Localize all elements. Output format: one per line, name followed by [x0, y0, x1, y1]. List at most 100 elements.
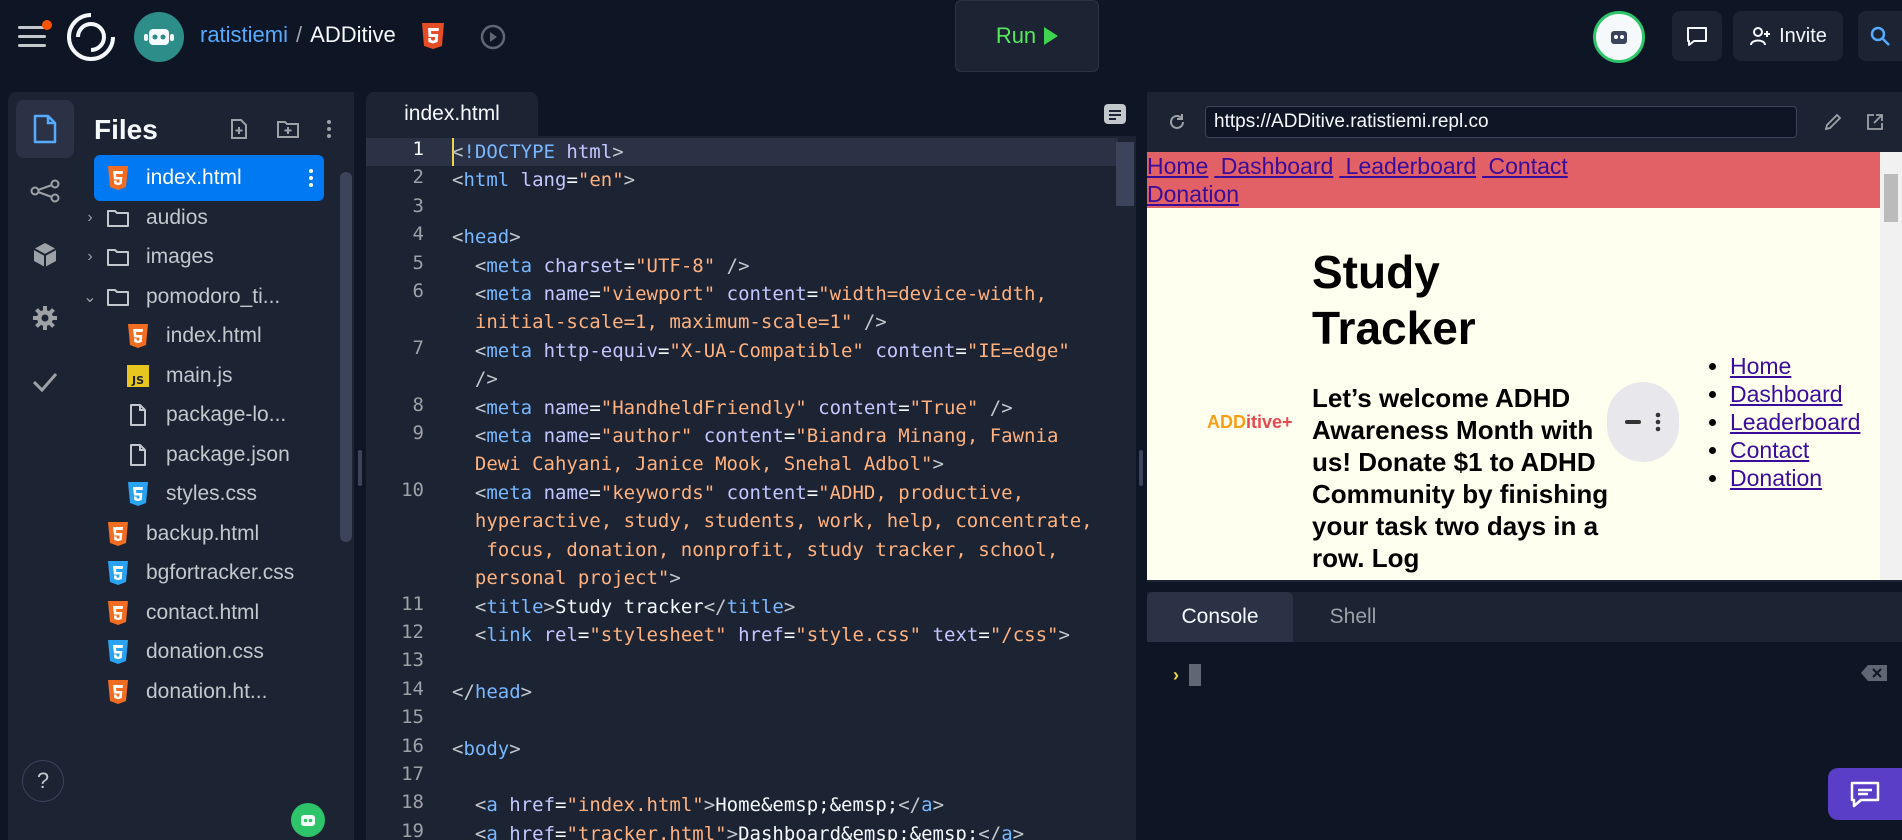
replit-logo-icon[interactable]	[66, 12, 116, 62]
clear-console-icon[interactable]	[1860, 664, 1888, 682]
html-file-icon	[106, 679, 130, 705]
help-button[interactable]: ?	[22, 760, 64, 802]
code-line: 9 <meta name="author" content="Biandra M…	[366, 422, 1118, 479]
code-line: 13	[366, 649, 1118, 677]
file-name: backup.html	[146, 521, 260, 545]
nav-home-link[interactable]: Home	[1147, 153, 1208, 179]
tab-console[interactable]: Console	[1147, 592, 1293, 642]
side-leaderboard-link[interactable]: Leaderboard	[1730, 409, 1860, 435]
menu-icon[interactable]	[18, 20, 52, 48]
invite-button[interactable]: Invite	[1733, 11, 1843, 61]
line-source: <meta http-equiv="X-UA-Compatible" conte…	[474, 339, 1070, 391]
side-dashboard-link[interactable]: Dashboard	[1730, 381, 1843, 407]
code-editor: index.html 1 <!DOCTYPE html> 2 <html lang="…	[366, 92, 1136, 840]
tab-label: index.html	[404, 102, 500, 125]
code-line: 15	[366, 706, 1118, 734]
file-name: images	[146, 245, 214, 268]
packages-tool[interactable]	[16, 226, 74, 284]
run-button[interactable]: Run	[955, 0, 1099, 72]
code-line: 3	[366, 195, 1118, 223]
new-folder-icon[interactable]	[276, 118, 300, 140]
code-area[interactable]: 1 <!DOCTYPE html> 2 <html lang="en"> 3 4 <hea…	[366, 138, 1118, 840]
line-number: 19	[401, 819, 424, 840]
file-name: styles.css	[166, 482, 258, 505]
line-source: <meta name="viewport" content="width=dev…	[474, 283, 1047, 334]
line-number: 3	[412, 194, 424, 217]
line-source: </head>	[452, 680, 533, 703]
nav-dashboard-link[interactable]: Dashboard	[1221, 153, 1334, 179]
editor-scrollbar[interactable]	[1116, 142, 1134, 206]
edit-icon[interactable]	[1823, 112, 1843, 132]
line-number: 16	[401, 734, 424, 757]
code-line: 14 </head>	[366, 678, 1118, 706]
floating-toolbar[interactable]	[1607, 382, 1679, 462]
search-button[interactable]	[1858, 11, 1902, 61]
git-tool[interactable]	[16, 162, 74, 220]
add-user-icon	[1750, 27, 1771, 46]
file-name: donation.ht...	[146, 679, 268, 703]
scrollbar-thumb[interactable]	[1884, 174, 1898, 222]
files-panel: Files index.html › audios › images ⌄ pomodoro_…	[80, 92, 354, 840]
chat-button[interactable]	[1672, 11, 1722, 61]
webview-scrollbar[interactable]	[1880, 152, 1902, 580]
open-new-tab-icon[interactable]	[1865, 112, 1885, 132]
history-icon[interactable]	[478, 22, 508, 52]
files-resize-handle[interactable]	[358, 450, 362, 486]
chat-icon	[1850, 781, 1880, 808]
project-avatar[interactable]	[134, 12, 184, 62]
side-contact-link[interactable]: Contact	[1730, 437, 1809, 463]
welcome-text: Let’s welcome ADHD Awareness Month with …	[1312, 383, 1609, 573]
console-cursor	[1189, 664, 1201, 686]
side-donation-link[interactable]: Donation	[1730, 465, 1822, 491]
editor-resize-handle[interactable]	[1139, 450, 1143, 486]
file-menu-icon[interactable]	[308, 168, 314, 188]
url-input[interactable]: https://ADDitive.ratistiemi.repl.co	[1205, 106, 1797, 138]
html-file-icon	[106, 165, 130, 191]
file-row[interactable]: donation.ht...	[106, 669, 267, 715]
nav-contact-link[interactable]: Contact	[1489, 153, 1568, 179]
code-line: 18 <a href="index.html">Home&emsp;&emsp;…	[366, 791, 1118, 819]
line-source	[452, 649, 1102, 677]
line-number: 18	[401, 791, 424, 814]
editor-options-icon[interactable]	[1102, 102, 1128, 126]
project-name[interactable]: ADDitive	[310, 22, 396, 47]
settings-tool[interactable]	[16, 289, 74, 347]
tab-index-html[interactable]: index.html	[366, 92, 538, 136]
files-scrollbar[interactable]	[340, 172, 352, 542]
line-source: <meta name="HandheldFriendly" content="T…	[474, 396, 1013, 419]
additive-logo: ADDitive+	[1207, 412, 1293, 432]
checks-tool[interactable]	[16, 353, 74, 411]
line-source: <link rel="stylesheet" href="style.css" …	[474, 623, 1070, 646]
breadcrumb: ratistiemi / ADDitive	[200, 22, 396, 48]
nav-leaderboard-link[interactable]: Leaderboard	[1346, 153, 1476, 179]
file-icon	[126, 402, 150, 428]
line-source: <body>	[452, 737, 521, 760]
site-title: Study Tracker	[1312, 246, 1476, 354]
editor-tab-bar: index.html	[366, 92, 1136, 136]
chevron-icon[interactable]: ⌄	[80, 287, 100, 307]
file-name: donation.css	[146, 640, 264, 663]
more-vertical-icon	[1655, 412, 1661, 432]
chevron-icon[interactable]: ›	[80, 209, 100, 227]
user-avatar[interactable]	[1593, 11, 1645, 63]
code-lines: 1 <!DOCTYPE html> 2 <html lang="en"> 3 4 <hea…	[366, 138, 1118, 840]
console-prompt[interactable]: ›	[1173, 664, 1201, 686]
files-tool[interactable]	[16, 100, 74, 158]
file-name: bgfortracker.css	[146, 561, 295, 584]
list-item: Home	[1730, 352, 1860, 380]
new-file-icon[interactable]	[228, 118, 250, 140]
more-options-icon[interactable]	[326, 118, 332, 140]
chevron-icon[interactable]: ›	[80, 248, 100, 266]
line-number: 5	[412, 251, 424, 274]
tab-shell[interactable]: Shell	[1293, 592, 1413, 642]
nav-donation-link[interactable]: Donation	[1147, 181, 1239, 207]
side-home-link[interactable]: Home	[1730, 353, 1791, 379]
robot-icon	[144, 29, 174, 45]
js-file-icon: JS	[126, 363, 150, 389]
owner-link[interactable]: ratistiemi	[200, 22, 288, 47]
support-chat-button[interactable]	[1828, 768, 1902, 820]
html-file-icon	[126, 323, 150, 349]
code-line: 7 <meta http-equiv="X-UA-Compatible" con…	[366, 337, 1118, 394]
collaborator-avatar[interactable]	[291, 803, 325, 837]
refresh-icon[interactable]	[1167, 112, 1187, 132]
